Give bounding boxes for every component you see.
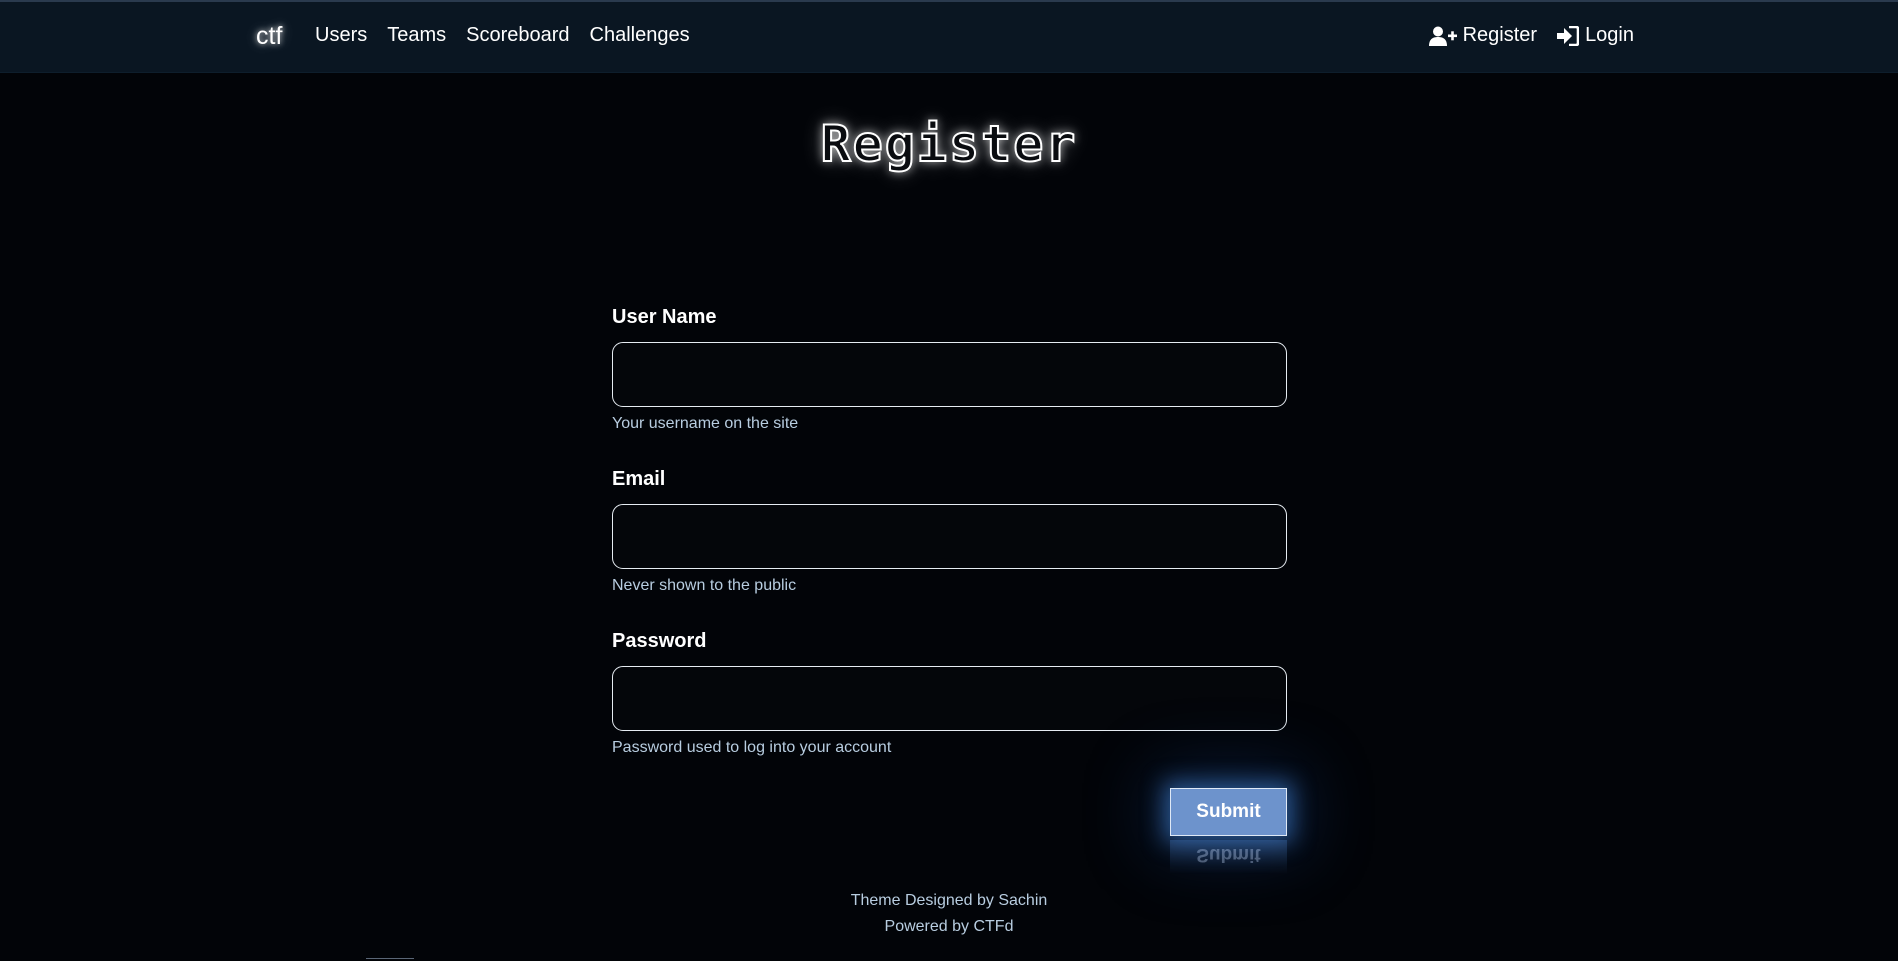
page-title: Register [820,114,1078,174]
bottom-divider [366,958,414,959]
footer-powered-by[interactable]: Powered by CTFd [0,914,1898,940]
nav-link-users[interactable]: Users [315,24,367,47]
password-label: Password [612,630,707,652]
nav-link-teams[interactable]: Teams [387,24,446,47]
email-help: Never shown to the public [612,577,797,594]
email-group: Email Never shown to the public [612,468,1287,597]
username-group: User Name Your username on the site [612,306,1287,435]
sign-in-icon [1557,25,1580,46]
nav-link-scoreboard[interactable]: Scoreboard [466,24,569,47]
username-input[interactable] [612,342,1287,407]
username-help: Your username on the site [612,415,799,432]
submit-area: Submit Submit [1170,788,1287,874]
username-label: User Name [612,306,717,328]
nav-register-link[interactable]: Register [1428,24,1538,47]
nav-links: Users Teams Scoreboard Challenges [315,24,690,47]
nav-register-label: Register [1462,24,1538,46]
submit-reflection: Submit [1170,840,1287,874]
nav-login-label: Login [1585,24,1634,46]
footer: Theme Designed by Sachin Powered by CTFd [0,888,1898,940]
nav-auth-links: Register Login [1428,24,1634,47]
brand-logo[interactable]: ctf [256,22,282,51]
nav-link-challenges[interactable]: Challenges [590,24,690,47]
register-form: User Name Your username on the site Emai… [612,306,1287,759]
user-plus-icon [1428,26,1457,46]
password-input[interactable] [612,666,1287,731]
footer-theme-credit[interactable]: Theme Designed by Sachin [0,888,1898,914]
password-help: Password used to log into your account [612,739,892,756]
email-input[interactable] [612,504,1287,569]
submit-button[interactable]: Submit [1170,788,1287,836]
email-label: Email [612,468,666,490]
nav-login-link[interactable]: Login [1557,24,1634,47]
navbar: ctf Users Teams Scoreboard Challenges Re… [0,2,1898,73]
password-group: Password Password used to log into your … [612,630,1287,759]
